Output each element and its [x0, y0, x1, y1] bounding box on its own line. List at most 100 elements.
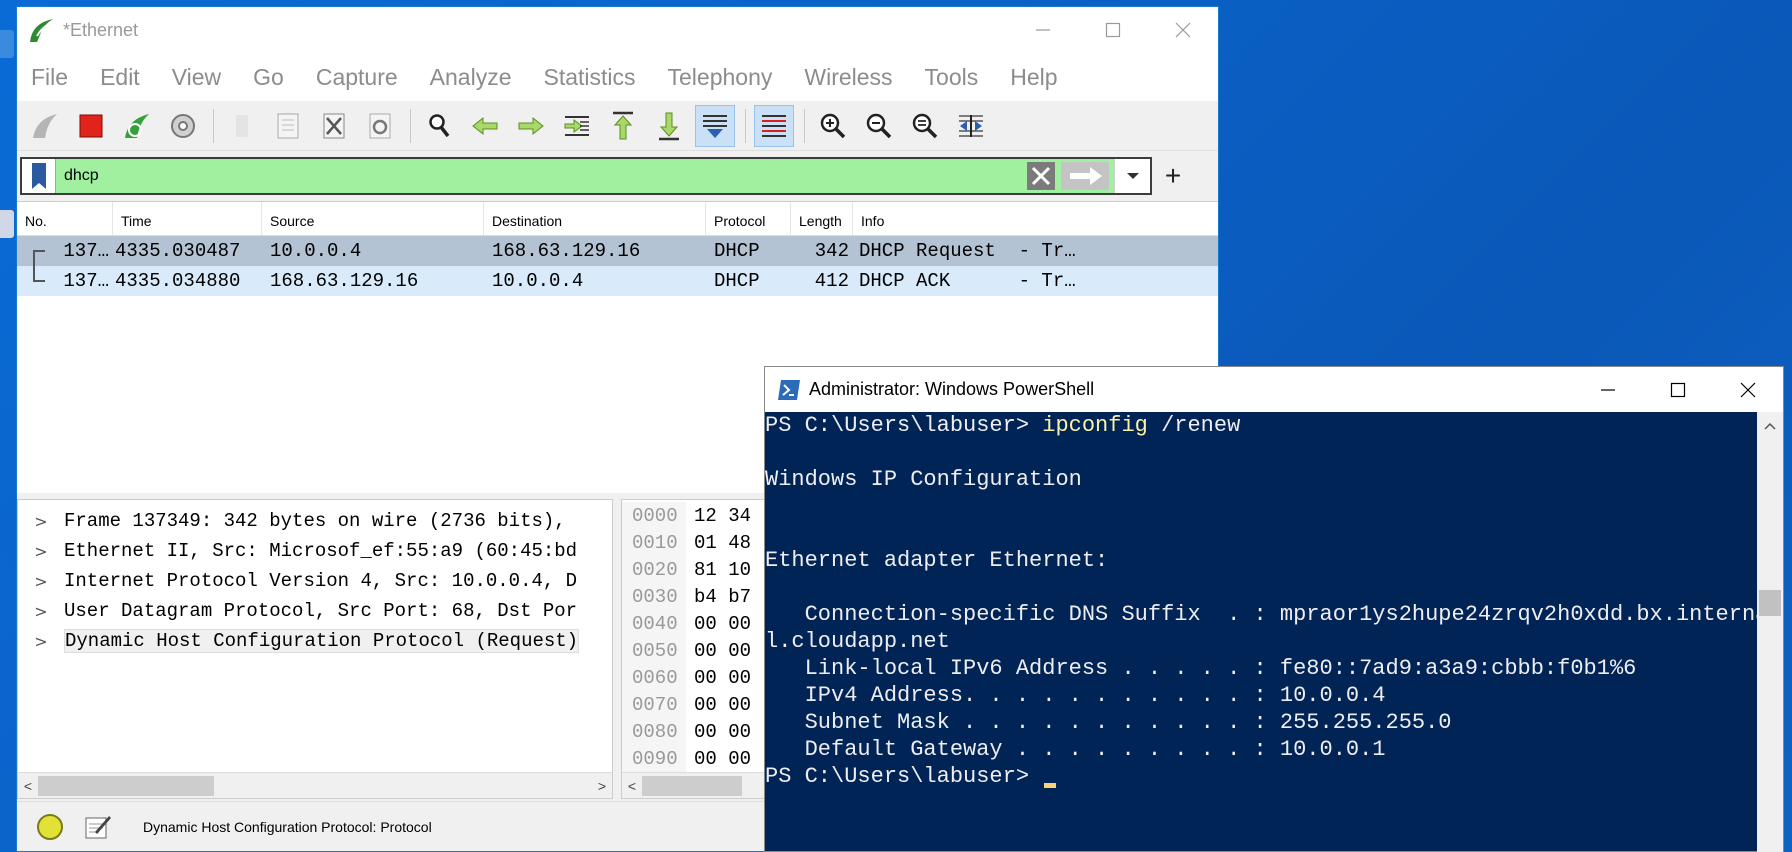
byte-hex[interactable]: 00 00	[686, 613, 751, 635]
filter-history-dropdown[interactable]	[1114, 159, 1150, 193]
byte-hex[interactable]: 00 00	[686, 721, 751, 743]
colorize-button[interactable]	[754, 104, 794, 147]
menu-file[interactable]: File	[31, 64, 68, 91]
title-bar[interactable]: *Ethernet	[17, 7, 1218, 53]
menu-tools[interactable]: Tools	[925, 64, 979, 91]
save-file-button[interactable]	[268, 105, 308, 147]
horizontal-scrollbar[interactable]: <	[622, 772, 770, 798]
find-packet-button[interactable]	[419, 105, 459, 147]
tree-item-label: User Datagram Protocol, Src Port: 68, Ds…	[64, 600, 578, 622]
column-header-source[interactable]: Source	[262, 202, 484, 235]
capture-options-button[interactable]	[163, 105, 203, 147]
go-back-button[interactable]	[465, 105, 505, 147]
byte-offset: 0050	[622, 637, 686, 664]
byte-hex[interactable]: 81 10	[686, 559, 751, 581]
byte-hex[interactable]: 00 00	[686, 640, 751, 662]
close-file-button[interactable]	[314, 105, 354, 147]
command-args: /renew	[1147, 413, 1241, 438]
clear-filter-button[interactable]	[1026, 161, 1056, 191]
zoom-in-button[interactable]	[813, 105, 853, 147]
tree-item-frame[interactable]: > Frame 137349: 342 bytes on wire (2736 …	[18, 506, 612, 536]
column-header-protocol[interactable]: Protocol	[706, 202, 791, 235]
expand-arrow-icon[interactable]: >	[18, 602, 64, 621]
reload-file-button[interactable]	[360, 105, 400, 147]
expand-arrow-icon[interactable]: >	[18, 632, 64, 651]
normal-size-button[interactable]	[905, 105, 945, 147]
table-row[interactable]: 137… 4335.030487 10.0.0.4 168.63.129.16 …	[17, 236, 1218, 266]
tree-item-udp[interactable]: > User Datagram Protocol, Src Port: 68, …	[18, 596, 612, 626]
menu-telephony[interactable]: Telephony	[668, 64, 773, 91]
table-row[interactable]: 137… 4335.034880 168.63.129.16 10.0.0.4 …	[17, 266, 1218, 296]
tree-item-label: Internet Protocol Version 4, Src: 10.0.0…	[64, 570, 578, 592]
tree-item-ethernet[interactable]: > Ethernet II, Src: Microsof_ef:55:a9 (6…	[18, 536, 612, 566]
start-capture-button[interactable]	[25, 105, 65, 147]
prompt: PS C:\Users\labuser>	[765, 764, 1043, 789]
byte-hex[interactable]: 00 00	[686, 667, 751, 689]
horizontal-scrollbar[interactable]: < >	[18, 772, 612, 798]
go-to-packet-button[interactable]	[557, 105, 597, 147]
expand-arrow-icon[interactable]: >	[18, 542, 64, 561]
zoom-out-button[interactable]	[859, 105, 899, 147]
maximize-button[interactable]	[1078, 7, 1148, 53]
go-first-packet-button[interactable]	[603, 105, 643, 147]
column-header-no[interactable]: No.	[17, 202, 113, 235]
column-header-time[interactable]: Time	[113, 202, 262, 235]
capture-comment-icon[interactable]	[83, 812, 113, 842]
scroll-right-icon[interactable]: >	[592, 778, 612, 794]
arrow-down-icon	[659, 112, 679, 140]
menu-help[interactable]: Help	[1010, 64, 1057, 91]
byte-offset: 0040	[622, 610, 686, 637]
title-bar[interactable]: Administrator: Windows PowerShell	[765, 367, 1783, 412]
byte-hex[interactable]: 01 48	[686, 532, 751, 554]
go-forward-button[interactable]	[511, 105, 551, 147]
column-header-destination[interactable]: Destination	[484, 202, 706, 235]
file-icon	[236, 114, 248, 137]
chevron-down-icon	[1126, 173, 1139, 179]
menu-capture[interactable]: Capture	[316, 64, 398, 91]
tree-item-label: Frame 137349: 342 bytes on wire (2736 bi…	[64, 510, 566, 532]
apply-filter-button[interactable]	[1060, 161, 1110, 191]
menu-go[interactable]: Go	[253, 64, 284, 91]
open-file-button[interactable]	[222, 105, 262, 147]
restart-capture-button[interactable]	[117, 105, 157, 147]
add-filter-button[interactable]: +	[1158, 160, 1188, 192]
stop-capture-button[interactable]	[71, 105, 111, 147]
display-filter-input[interactable]	[56, 159, 1026, 193]
byte-hex[interactable]: 00 00	[686, 694, 751, 716]
column-header-info[interactable]: Info	[853, 202, 1218, 235]
byte-hex[interactable]: 12 34	[686, 505, 751, 527]
scroll-left-icon[interactable]: <	[18, 778, 38, 794]
minimize-icon	[1601, 388, 1615, 391]
scrollbar-thumb[interactable]	[642, 775, 742, 796]
console-output[interactable]: PS C:\Users\labuser> ipconfig /renew Win…	[765, 412, 1759, 852]
filter-bookmark-button[interactable]	[22, 159, 56, 193]
resize-columns-button[interactable]	[951, 105, 991, 147]
scroll-left-icon[interactable]: <	[622, 778, 642, 794]
column-header-length[interactable]: Length	[791, 202, 853, 235]
menu-wireless[interactable]: Wireless	[804, 64, 892, 91]
close-button[interactable]	[1713, 367, 1783, 412]
scroll-up-icon[interactable]	[1757, 416, 1783, 436]
byte-hex[interactable]: 00 00	[686, 748, 751, 770]
menu-view[interactable]: View	[172, 64, 221, 91]
minimize-button[interactable]	[1008, 7, 1078, 53]
expand-arrow-icon[interactable]: >	[18, 512, 64, 531]
menu-analyze[interactable]: Analyze	[430, 64, 512, 91]
expand-arrow-icon[interactable]: >	[18, 572, 64, 591]
tree-item-dhcp[interactable]: > Dynamic Host Configuration Protocol (R…	[18, 626, 612, 656]
minimize-button[interactable]	[1573, 367, 1643, 412]
auto-scroll-button[interactable]	[695, 104, 735, 147]
scrollbar-thumb[interactable]	[38, 775, 214, 796]
desktop-icon[interactable]	[0, 210, 14, 238]
expert-info-icon[interactable]	[37, 813, 63, 840]
vertical-scrollbar[interactable]	[1757, 412, 1783, 852]
tree-item-ipv4[interactable]: > Internet Protocol Version 4, Src: 10.0…	[18, 566, 612, 596]
menu-statistics[interactable]: Statistics	[543, 64, 635, 91]
scrollbar-thumb[interactable]	[1759, 590, 1781, 616]
byte-hex[interactable]: b4 b7	[686, 586, 751, 608]
maximize-button[interactable]	[1643, 367, 1713, 412]
go-last-packet-button[interactable]	[649, 105, 689, 147]
desktop-icon[interactable]	[0, 30, 14, 58]
menu-edit[interactable]: Edit	[100, 64, 140, 91]
close-button[interactable]	[1148, 7, 1218, 53]
